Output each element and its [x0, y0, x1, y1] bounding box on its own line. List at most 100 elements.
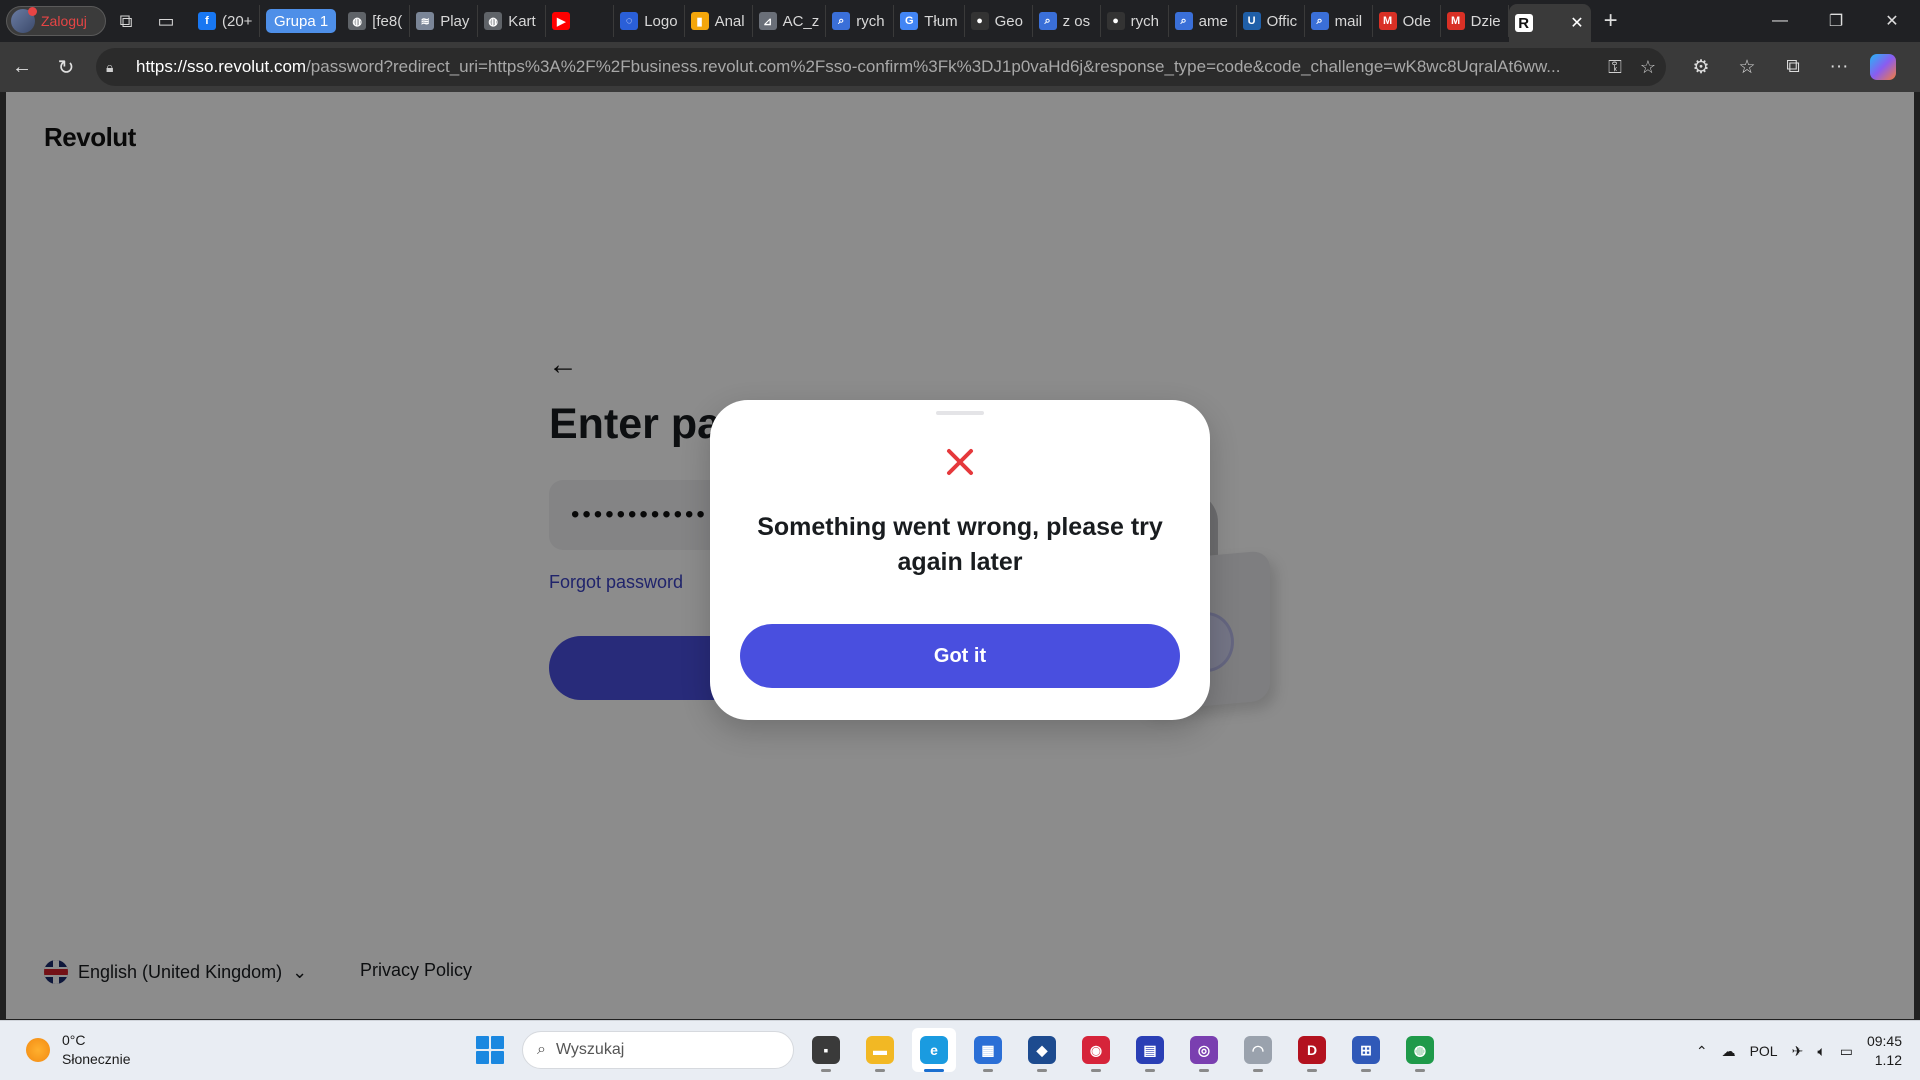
- workspaces-icon[interactable]: ⧉: [106, 4, 146, 38]
- tab[interactable]: f (20+: [192, 5, 260, 37]
- taskbar-app-virtualbox[interactable]: ◆: [1020, 1028, 1064, 1072]
- input-language[interactable]: POL: [1750, 1043, 1778, 1059]
- tab[interactable]: ≋ Play: [410, 5, 479, 37]
- running-indicator: [1037, 1069, 1047, 1072]
- date: 1.12: [1874, 1052, 1902, 1068]
- restore-button[interactable]: ❐: [1808, 0, 1864, 42]
- search-icon: ⌕: [1174, 12, 1193, 30]
- airplane-mode-icon[interactable]: ✈: [1792, 1043, 1804, 1060]
- tab[interactable]: M Dzie: [1441, 5, 1509, 37]
- taskbar-app-save-app[interactable]: ▤: [1128, 1028, 1172, 1072]
- back-button[interactable]: ←: [0, 47, 44, 87]
- onedrive-icon[interactable]: ☁: [1722, 1043, 1736, 1060]
- tab[interactable]: U Offic: [1237, 5, 1305, 37]
- tab[interactable]: G Tłum: [894, 5, 965, 37]
- tab[interactable]: ▶: [546, 5, 615, 37]
- minimize-button[interactable]: —: [1752, 0, 1808, 42]
- revolut-icon: R: [1514, 14, 1533, 32]
- tab-title: ame: [1198, 12, 1228, 30]
- stack-icon: ≋: [416, 12, 435, 30]
- running-indicator: [1361, 1069, 1371, 1072]
- weather-condition: Słonecznie: [62, 1051, 131, 1067]
- password-key-icon[interactable]: ⚿: [1608, 57, 1622, 78]
- satellite-app-icon: ◠: [1244, 1036, 1272, 1064]
- tab[interactable]: ◍ [fe8(: [342, 5, 411, 37]
- tab[interactable]: ◌ Logo: [614, 5, 685, 37]
- window-controls: — ❐ ✕: [1752, 0, 1920, 42]
- tab[interactable]: ⌕ z os: [1033, 5, 1101, 37]
- tab[interactable]: ● Geo: [965, 5, 1033, 37]
- file-explorer-icon: ▬: [866, 1036, 894, 1064]
- github-desktop-icon: ◎: [1190, 1036, 1218, 1064]
- tab-active-revolut[interactable]: R ✕: [1508, 4, 1591, 42]
- davinci-app-icon: D: [1298, 1036, 1326, 1064]
- browser-toolbar: ← ↻ 🔒︎ https://sso.revolut.com /password…: [0, 42, 1920, 92]
- running-indicator: [1307, 1069, 1317, 1072]
- running-indicator: [924, 1069, 944, 1072]
- tab-title: Anal: [714, 12, 745, 30]
- copilot-icon[interactable]: [1870, 54, 1896, 80]
- tab[interactable]: ◍ Kart: [478, 5, 547, 37]
- temperature: 0°C: [62, 1032, 86, 1048]
- close-window-button[interactable]: ✕: [1864, 0, 1920, 42]
- search-icon: ⌕: [537, 1041, 546, 1058]
- favorite-star-icon[interactable]: ☆: [1640, 57, 1656, 78]
- taskbar-app-edge[interactable]: e: [912, 1028, 956, 1072]
- tab[interactable]: ⊿ AC_z: [753, 5, 827, 37]
- tab-title: AC_z: [782, 12, 820, 30]
- system-tray: ⌃ ☁ POL ✈ 🔈︎ ▭ 09:45 1.12: [1696, 1021, 1920, 1080]
- taskbar-app-microsoft-store[interactable]: ▦: [966, 1028, 1010, 1072]
- tab-title: Offic: [1266, 12, 1298, 30]
- collections-icon[interactable]: ⧉: [1772, 47, 1814, 87]
- un-icon: U: [1242, 12, 1261, 30]
- extensions-icon[interactable]: ⚙: [1680, 47, 1722, 87]
- clock[interactable]: 09:45 1.12: [1867, 1032, 1902, 1070]
- running-indicator: [1091, 1069, 1101, 1072]
- running-indicator: [983, 1069, 993, 1072]
- globe-icon: ◍: [348, 12, 367, 30]
- browser-tab-strip: Zaloguj ⧉ ▭ f (20+ Grupa 1 ◍ [fe8(≋ Play ◍ K…: [0, 0, 1920, 42]
- edge-icon: e: [920, 1036, 948, 1064]
- tab[interactable]: M Ode: [1373, 5, 1441, 37]
- running-indicator: [1199, 1069, 1209, 1072]
- taskbar-app-davinci-app[interactable]: D: [1290, 1028, 1334, 1072]
- tab[interactable]: ⌕ mail: [1305, 5, 1373, 37]
- tab-group-label[interactable]: Grupa 1: [266, 9, 337, 33]
- tab[interactable]: ● rych: [1101, 5, 1169, 37]
- new-tab-button[interactable]: +: [1591, 7, 1631, 35]
- more-menu-icon[interactable]: ···: [1818, 47, 1860, 87]
- running-indicator: [1253, 1069, 1263, 1072]
- taskbar-app-satellite-app[interactable]: ◠: [1236, 1028, 1280, 1072]
- chevron-up-icon[interactable]: ⌃: [1696, 1043, 1708, 1060]
- facebook-icon: f: [198, 12, 216, 30]
- start-button[interactable]: [468, 1028, 512, 1072]
- taskbar-app-network-app[interactable]: ⊞: [1344, 1028, 1388, 1072]
- profile-button[interactable]: Zaloguj: [6, 6, 106, 36]
- running-indicator: [1415, 1069, 1425, 1072]
- taskbar-app-globe-app[interactable]: ◍: [1398, 1028, 1442, 1072]
- tab[interactable]: ⌕ rych: [826, 5, 895, 37]
- taskbar-app-file-explorer[interactable]: ▬: [858, 1028, 902, 1072]
- close-tab-icon[interactable]: ✕: [1570, 13, 1583, 33]
- battery-icon[interactable]: ▭: [1840, 1043, 1853, 1060]
- vertical-tabs-icon[interactable]: ▭: [146, 4, 186, 38]
- virtualbox-icon: ◆: [1028, 1036, 1056, 1064]
- tab[interactable]: ⌕ ame: [1169, 5, 1237, 37]
- volume-icon[interactable]: 🔈︎: [1817, 1043, 1825, 1060]
- tab-title: z os: [1062, 12, 1091, 30]
- taskbar-app-github-desktop[interactable]: ◎: [1182, 1028, 1226, 1072]
- taskbar-app-task-view[interactable]: ▪: [804, 1028, 848, 1072]
- github-icon: ●: [1106, 12, 1125, 30]
- youtube-icon: ▶: [552, 12, 571, 30]
- tab[interactable]: ▮ Anal: [685, 5, 753, 37]
- refresh-button[interactable]: ↻: [44, 47, 88, 87]
- avatar: [11, 7, 37, 33]
- address-bar[interactable]: 🔒︎ https://sso.revolut.com /password?red…: [96, 48, 1666, 86]
- weather-widget[interactable]: 0°C Słonecznie: [26, 1031, 131, 1069]
- taskbar-app-app-red[interactable]: ◉: [1074, 1028, 1118, 1072]
- got-it-button[interactable]: Got it: [740, 624, 1180, 688]
- taskbar-search[interactable]: ⌕ Wyszukaj: [522, 1031, 794, 1069]
- analytics-icon: ▮: [690, 12, 709, 30]
- site-info-icon[interactable]: 🔒︎: [106, 59, 128, 76]
- favorites-icon[interactable]: ☆: [1726, 47, 1768, 87]
